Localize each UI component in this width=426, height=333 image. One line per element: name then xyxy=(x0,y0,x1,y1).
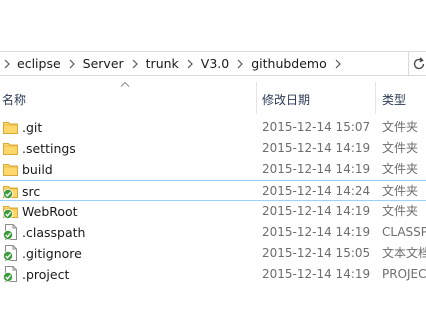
folder-icon xyxy=(3,122,18,134)
file-modified-date: 2015-12-14 14:19 xyxy=(262,267,371,281)
breadcrumb-chevron-icon[interactable] xyxy=(64,52,80,75)
breadcrumb-item[interactable]: trunk xyxy=(143,52,182,75)
folder-icon xyxy=(3,164,18,176)
column-separator[interactable] xyxy=(256,82,257,114)
folder-icon xyxy=(3,143,18,155)
file-row[interactable]: src 2015-12-14 14:24 文件夹 xyxy=(0,180,426,201)
file-name: .gitignore xyxy=(22,246,82,261)
git-synced-file-icon xyxy=(3,245,17,261)
file-type: 文件夹 xyxy=(382,120,419,134)
file-modified-date: 2015-12-14 14:19 xyxy=(262,225,371,239)
file-modified-date: 2015-12-14 14:19 xyxy=(262,141,371,155)
file-row[interactable]: build 2015-12-14 14:19 文件夹 xyxy=(0,159,426,180)
column-header-type[interactable]: 类型 xyxy=(382,91,406,108)
caret-up-icon xyxy=(120,81,130,87)
file-name: .settings xyxy=(22,141,76,156)
file-name: .classpath xyxy=(22,225,86,240)
breadcrumb-item[interactable]: V3.0 xyxy=(198,52,232,75)
file-modified-date: 2015-12-14 14:19 xyxy=(262,162,371,176)
file-name: src xyxy=(22,184,41,199)
file-row[interactable]: .project 2015-12-14 14:19 PROJECT xyxy=(0,264,426,285)
breadcrumb-item[interactable]: Server xyxy=(80,52,127,75)
file-explorer-window: eclipse Server trunk V3.0 githubdemo 名称 修改日期… xyxy=(0,0,426,333)
breadcrumb-chevron-icon[interactable] xyxy=(232,52,248,75)
column-headers: 名称 修改日期 类型 xyxy=(0,80,426,114)
file-name: .git xyxy=(22,120,43,135)
file-row[interactable]: .gitignore 2015-12-14 15:05 文本文档 xyxy=(0,243,426,264)
address-bar[interactable]: eclipse Server trunk V3.0 githubdemo xyxy=(0,51,426,76)
breadcrumb: eclipse Server trunk V3.0 githubdemo xyxy=(0,52,346,75)
column-separator[interactable] xyxy=(375,82,376,114)
breadcrumb-chevron-icon[interactable] xyxy=(330,52,346,75)
file-type: PROJECT xyxy=(382,267,426,281)
breadcrumb-item[interactable]: githubdemo xyxy=(248,52,330,75)
file-type: 文本文档 xyxy=(382,246,426,260)
file-name: .project xyxy=(22,267,70,282)
git-synced-folder-icon xyxy=(3,186,18,199)
file-row[interactable]: .classpath 2015-12-14 14:19 CLASSPATH xyxy=(0,222,426,243)
file-type: 文件夹 xyxy=(382,141,419,155)
address-bar-divider xyxy=(408,52,409,75)
breadcrumb-chevron-icon[interactable] xyxy=(0,52,14,75)
file-name: WebRoot xyxy=(22,204,78,219)
file-row[interactable]: WebRoot 2015-12-14 14:19 文件夹 xyxy=(0,201,426,222)
file-type: 文件夹 xyxy=(382,184,419,198)
breadcrumb-chevron-icon[interactable] xyxy=(182,52,198,75)
file-modified-date: 2015-12-14 15:07 xyxy=(262,120,371,134)
file-modified-date: 2015-12-14 15:05 xyxy=(262,246,371,260)
file-modified-date: 2015-12-14 14:19 xyxy=(262,204,371,218)
file-type: 文件夹 xyxy=(382,204,419,218)
refresh-icon[interactable] xyxy=(412,56,426,72)
git-synced-file-icon xyxy=(3,224,17,240)
file-row[interactable]: .settings 2015-12-14 14:19 文件夹 xyxy=(0,138,426,159)
breadcrumb-item[interactable]: eclipse xyxy=(14,52,64,75)
git-synced-folder-icon xyxy=(3,206,18,219)
column-header-date[interactable]: 修改日期 xyxy=(262,91,310,108)
file-name: build xyxy=(22,162,53,177)
git-synced-file-icon xyxy=(3,266,17,282)
file-type: CLASSPATH xyxy=(382,225,426,239)
file-list: .git 2015-12-14 15:07 文件夹 .settings 2015-12-… xyxy=(0,117,426,285)
file-type: 文件夹 xyxy=(382,162,419,176)
file-row[interactable]: .git 2015-12-14 15:07 文件夹 xyxy=(0,117,426,138)
file-modified-date: 2015-12-14 14:24 xyxy=(262,184,371,198)
breadcrumb-chevron-icon[interactable] xyxy=(127,52,143,75)
column-header-name[interactable]: 名称 xyxy=(2,91,26,108)
